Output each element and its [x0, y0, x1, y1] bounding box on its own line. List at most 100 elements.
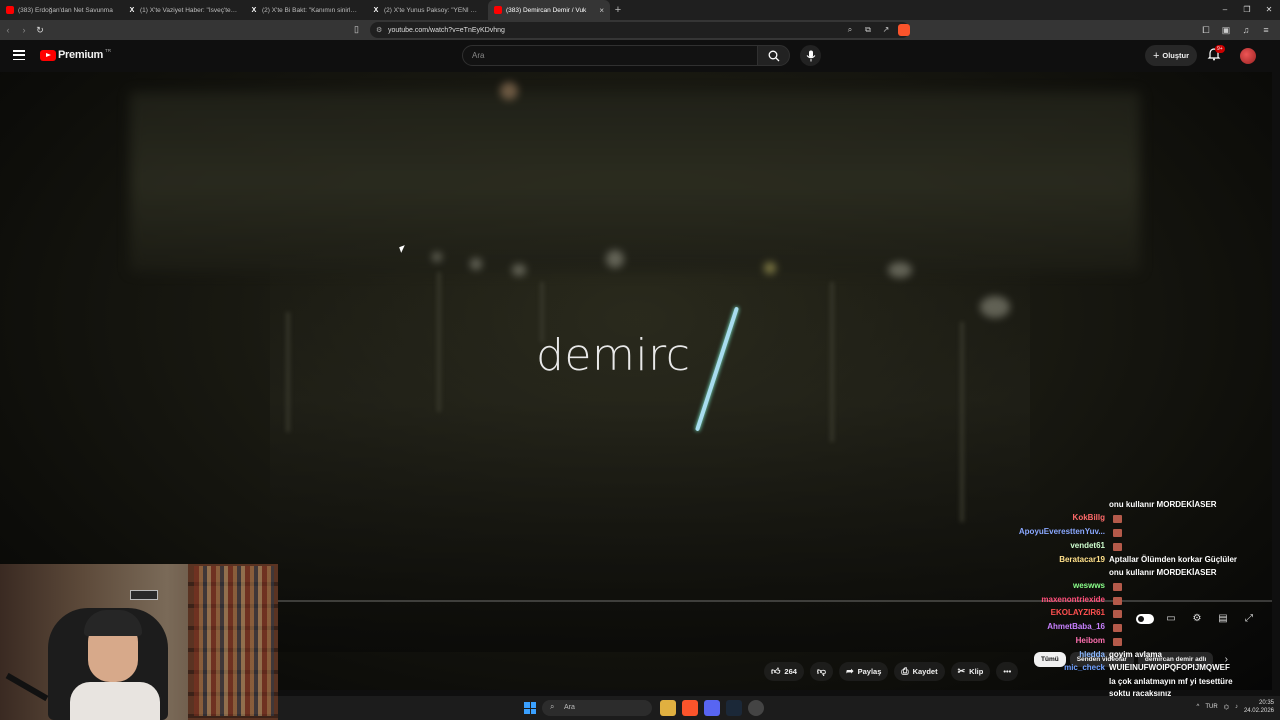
chevron-up-icon[interactable]: ^ [1197, 704, 1200, 710]
menu-icon[interactable] [13, 50, 25, 61]
close-tab-icon[interactable]: × [599, 6, 604, 15]
chat-username[interactable]: hledda [1079, 650, 1105, 659]
file-explorer-icon[interactable] [660, 700, 676, 716]
reload-icon[interactable]: ↻ [32, 25, 48, 36]
network-icon[interactable]: ⌬ [1224, 704, 1229, 711]
new-tab-button[interactable]: + [610, 4, 626, 16]
chat-message: weswws [990, 581, 1268, 594]
save-label: Kaydet [912, 667, 938, 676]
wall-picture [130, 590, 158, 600]
search-input[interactable]: Ara [462, 45, 758, 66]
extensions-icon[interactable]: ⧠ [1198, 22, 1214, 38]
clock-date: 24.02.2026 [1243, 708, 1274, 714]
discord-icon[interactable] [704, 700, 720, 716]
scene-light [432, 252, 442, 262]
browser-toolbar-right: ⧠ ▣ ♫ ≡ [1198, 22, 1274, 38]
zoom-icon[interactable]: ⌕ [842, 22, 858, 38]
streamer-cap [84, 610, 142, 636]
clip-button[interactable]: ✂ Klip [950, 662, 991, 681]
x-icon: X [373, 6, 379, 14]
tab-title: (2) X'te Bi Bakt: "Kanımın sinirlenme [262, 6, 360, 14]
voice-search-button[interactable] [800, 45, 821, 66]
chat-username[interactable]: ApoyuEveresttenYuv... [1019, 527, 1105, 536]
language-indicator[interactable]: TUR [1205, 704, 1217, 710]
scene-light [980, 296, 1010, 318]
chat-text: la çok anlatmayın mf yi tesettüre [1109, 677, 1233, 686]
youtube-icon [6, 6, 14, 14]
save-button[interactable]: ⎙ Kaydet [894, 662, 945, 681]
bookmark-icon[interactable]: ▯ [354, 24, 359, 35]
share-label: Paylaş [857, 667, 882, 676]
share-icon[interactable]: ↗ [878, 22, 894, 38]
browser-tab[interactable]: X (2) X'te Yunus Paksoy: "YENİ — CIA I [366, 0, 488, 20]
video-actions: 👍︎ 264 👎︎ ➦ Paylaş ⎙ Kaydet ✂ Klip ••• [764, 662, 1019, 681]
address-tools: ⌕ ⧉ ↗ [842, 22, 912, 38]
youtube-play-icon [40, 49, 56, 61]
forward-icon[interactable]: › [16, 25, 32, 35]
obs-icon[interactable] [748, 700, 764, 716]
chat-message: mic_check WUIEINUFWOIPQFOPIJMQWEF [990, 663, 1268, 676]
chat-username[interactable]: maxenontriexide [1041, 595, 1105, 604]
chat-username[interactable]: mic_check [1064, 663, 1105, 672]
books [194, 566, 274, 716]
chat-username[interactable]: KokBillg [1073, 513, 1105, 522]
steam-icon[interactable] [726, 700, 742, 716]
brave-shield-icon[interactable] [896, 22, 912, 38]
close-window-icon[interactable]: ✕ [1258, 0, 1280, 20]
browser-tab-active[interactable]: (383) Demircan Demir / Vuk × [488, 0, 610, 20]
scene-light [764, 262, 776, 274]
volume-icon[interactable]: ♪ [1235, 704, 1238, 710]
back-icon[interactable]: ‹ [0, 25, 16, 35]
chat-message: Heibom [990, 636, 1268, 649]
tab-title: (383) Demircan Demir / Vuk [506, 6, 587, 14]
search-icon [768, 50, 779, 61]
chat-badge-icon [1113, 624, 1122, 632]
install-icon[interactable]: ⧉ [860, 22, 876, 38]
webcam-overlay [0, 564, 278, 720]
share-icon: ➦ [846, 666, 854, 676]
browser-tab[interactable]: (383) Erdoğan'dan Net Savunma [0, 0, 122, 20]
browser-tab[interactable]: X (2) X'te Bi Bakt: "Kanımın sinirlenme [244, 0, 366, 20]
clock[interactable]: 20:35 24.02.2026 [1244, 699, 1274, 715]
chat-badge-icon [1113, 529, 1122, 537]
media-icon[interactable]: ♫ [1238, 22, 1254, 38]
chat-username[interactable]: Beratacar19 [1059, 555, 1105, 564]
chat-message: Beratacar19 Aptallar Ölümden korkar Güçlü… [990, 555, 1268, 568]
dislike-button[interactable]: 👎︎ [809, 662, 834, 681]
chat-text: onu kullanır MORDEKİASER [1109, 568, 1217, 577]
create-button[interactable]: + Oluştur [1145, 45, 1197, 66]
avatar[interactable] [1240, 48, 1256, 64]
search-button[interactable] [757, 45, 790, 66]
menu-icon[interactable]: ≡ [1258, 22, 1274, 38]
like-button[interactable]: 👍︎ 264 [764, 662, 804, 681]
chat-message: vendet61 [990, 541, 1268, 554]
url-field[interactable]: ⚙ youtube.com/watch?v=eTnEyKDvhng [370, 22, 910, 38]
site-info-icon[interactable]: ⚙ [376, 26, 382, 34]
youtube-logo[interactable]: Premium TR [40, 48, 111, 61]
scene-light [470, 258, 482, 270]
minimize-icon[interactable]: – [1214, 0, 1236, 20]
tab-title: (1) X'te Vaziyet Haber: "İsveç'te yaşay [140, 6, 238, 14]
browser-tab[interactable]: X (1) X'te Vaziyet Haber: "İsveç'te yaşay [122, 0, 244, 20]
brave-browser-icon[interactable] [682, 700, 698, 716]
chat-username[interactable]: weswws [1073, 581, 1105, 590]
maximize-icon[interactable]: ❐ [1236, 0, 1258, 20]
chat-username[interactable]: AhmetBaba_16 [1047, 622, 1105, 631]
tab-title: (2) X'te Yunus Paksoy: "YENİ — CIA I [384, 6, 482, 14]
chat-text: WUIEINUFWOIPQFOPIJMQWEF [1109, 663, 1230, 672]
chat-message: ApoyuEveresttenYuv... [990, 527, 1268, 540]
notifications-button[interactable]: 9+ [1207, 45, 1225, 65]
share-button[interactable]: ➦ Paylaş [839, 662, 889, 681]
browser-tab-bar: (383) Erdoğan'dan Net Savunma X (1) X'te … [0, 0, 1280, 20]
chat-username[interactable]: Heibom [1076, 636, 1105, 645]
chat-username[interactable]: EKOLAYZIR61 [1051, 608, 1105, 617]
scene-pillar [960, 322, 964, 522]
chat-username[interactable]: vendet61 [1070, 541, 1105, 550]
video-scene-corridor [270, 232, 1030, 652]
microphone-arm [5, 672, 49, 702]
window-controls: – ❐ ✕ [1214, 0, 1280, 20]
windows-start-icon[interactable] [524, 702, 536, 714]
taskbar-search[interactable]: ⌕ Ara [542, 700, 652, 716]
wallet-icon[interactable]: ▣ [1218, 22, 1234, 38]
chat-message: maxenontriexide [990, 595, 1268, 608]
